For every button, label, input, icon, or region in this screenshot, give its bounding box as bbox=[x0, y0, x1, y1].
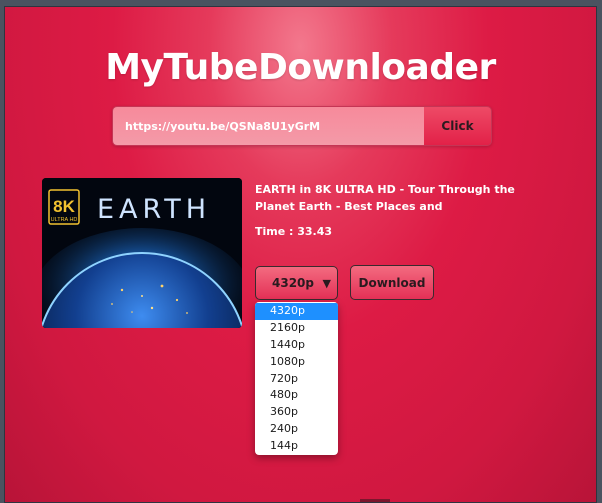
click-button[interactable]: Click bbox=[424, 107, 491, 145]
quality-dropdown-list: 4320p 2160p 1440p 1080p 720p 480p 360p 2… bbox=[255, 302, 338, 455]
earth-word-text: EARTH bbox=[97, 194, 211, 225]
url-bar: Click bbox=[112, 106, 492, 146]
quality-selected-value: 4320p bbox=[272, 276, 314, 290]
app-window: MyTubeDownloader Click bbox=[4, 6, 597, 503]
quality-select[interactable]: 4320p ▼ bbox=[255, 266, 338, 300]
app-title: MyTubeDownloader bbox=[105, 47, 496, 88]
partially-visible-element bbox=[360, 499, 390, 502]
quality-option-720p[interactable]: 720p bbox=[255, 371, 338, 388]
video-time: Time : 33.43 bbox=[255, 225, 333, 238]
badge-ultra-hd-text: ULTRA HD bbox=[51, 217, 78, 223]
quality-option-144p[interactable]: 144p bbox=[255, 438, 338, 455]
quality-option-1080p[interactable]: 1080p bbox=[255, 354, 338, 371]
quality-option-240p[interactable]: 240p bbox=[255, 421, 338, 438]
quality-option-480p[interactable]: 480p bbox=[255, 387, 338, 404]
video-title: EARTH in 8K ULTRA HD - Tour Through the … bbox=[255, 183, 515, 213]
quality-option-4320p[interactable]: 4320p bbox=[255, 303, 338, 320]
quality-option-1440p[interactable]: 1440p bbox=[255, 337, 338, 354]
quality-option-2160p[interactable]: 2160p bbox=[255, 320, 338, 337]
video-thumbnail: 8K ULTRA HD EARTH bbox=[42, 178, 242, 328]
chevron-down-icon: ▼ bbox=[322, 277, 331, 290]
earth-thumbnail-image: 8K ULTRA HD EARTH bbox=[42, 178, 242, 328]
quality-option-360p[interactable]: 360p bbox=[255, 404, 338, 421]
url-input[interactable] bbox=[113, 107, 424, 145]
badge-8k-text: 8K bbox=[53, 197, 75, 216]
download-button[interactable]: Download bbox=[350, 265, 434, 300]
